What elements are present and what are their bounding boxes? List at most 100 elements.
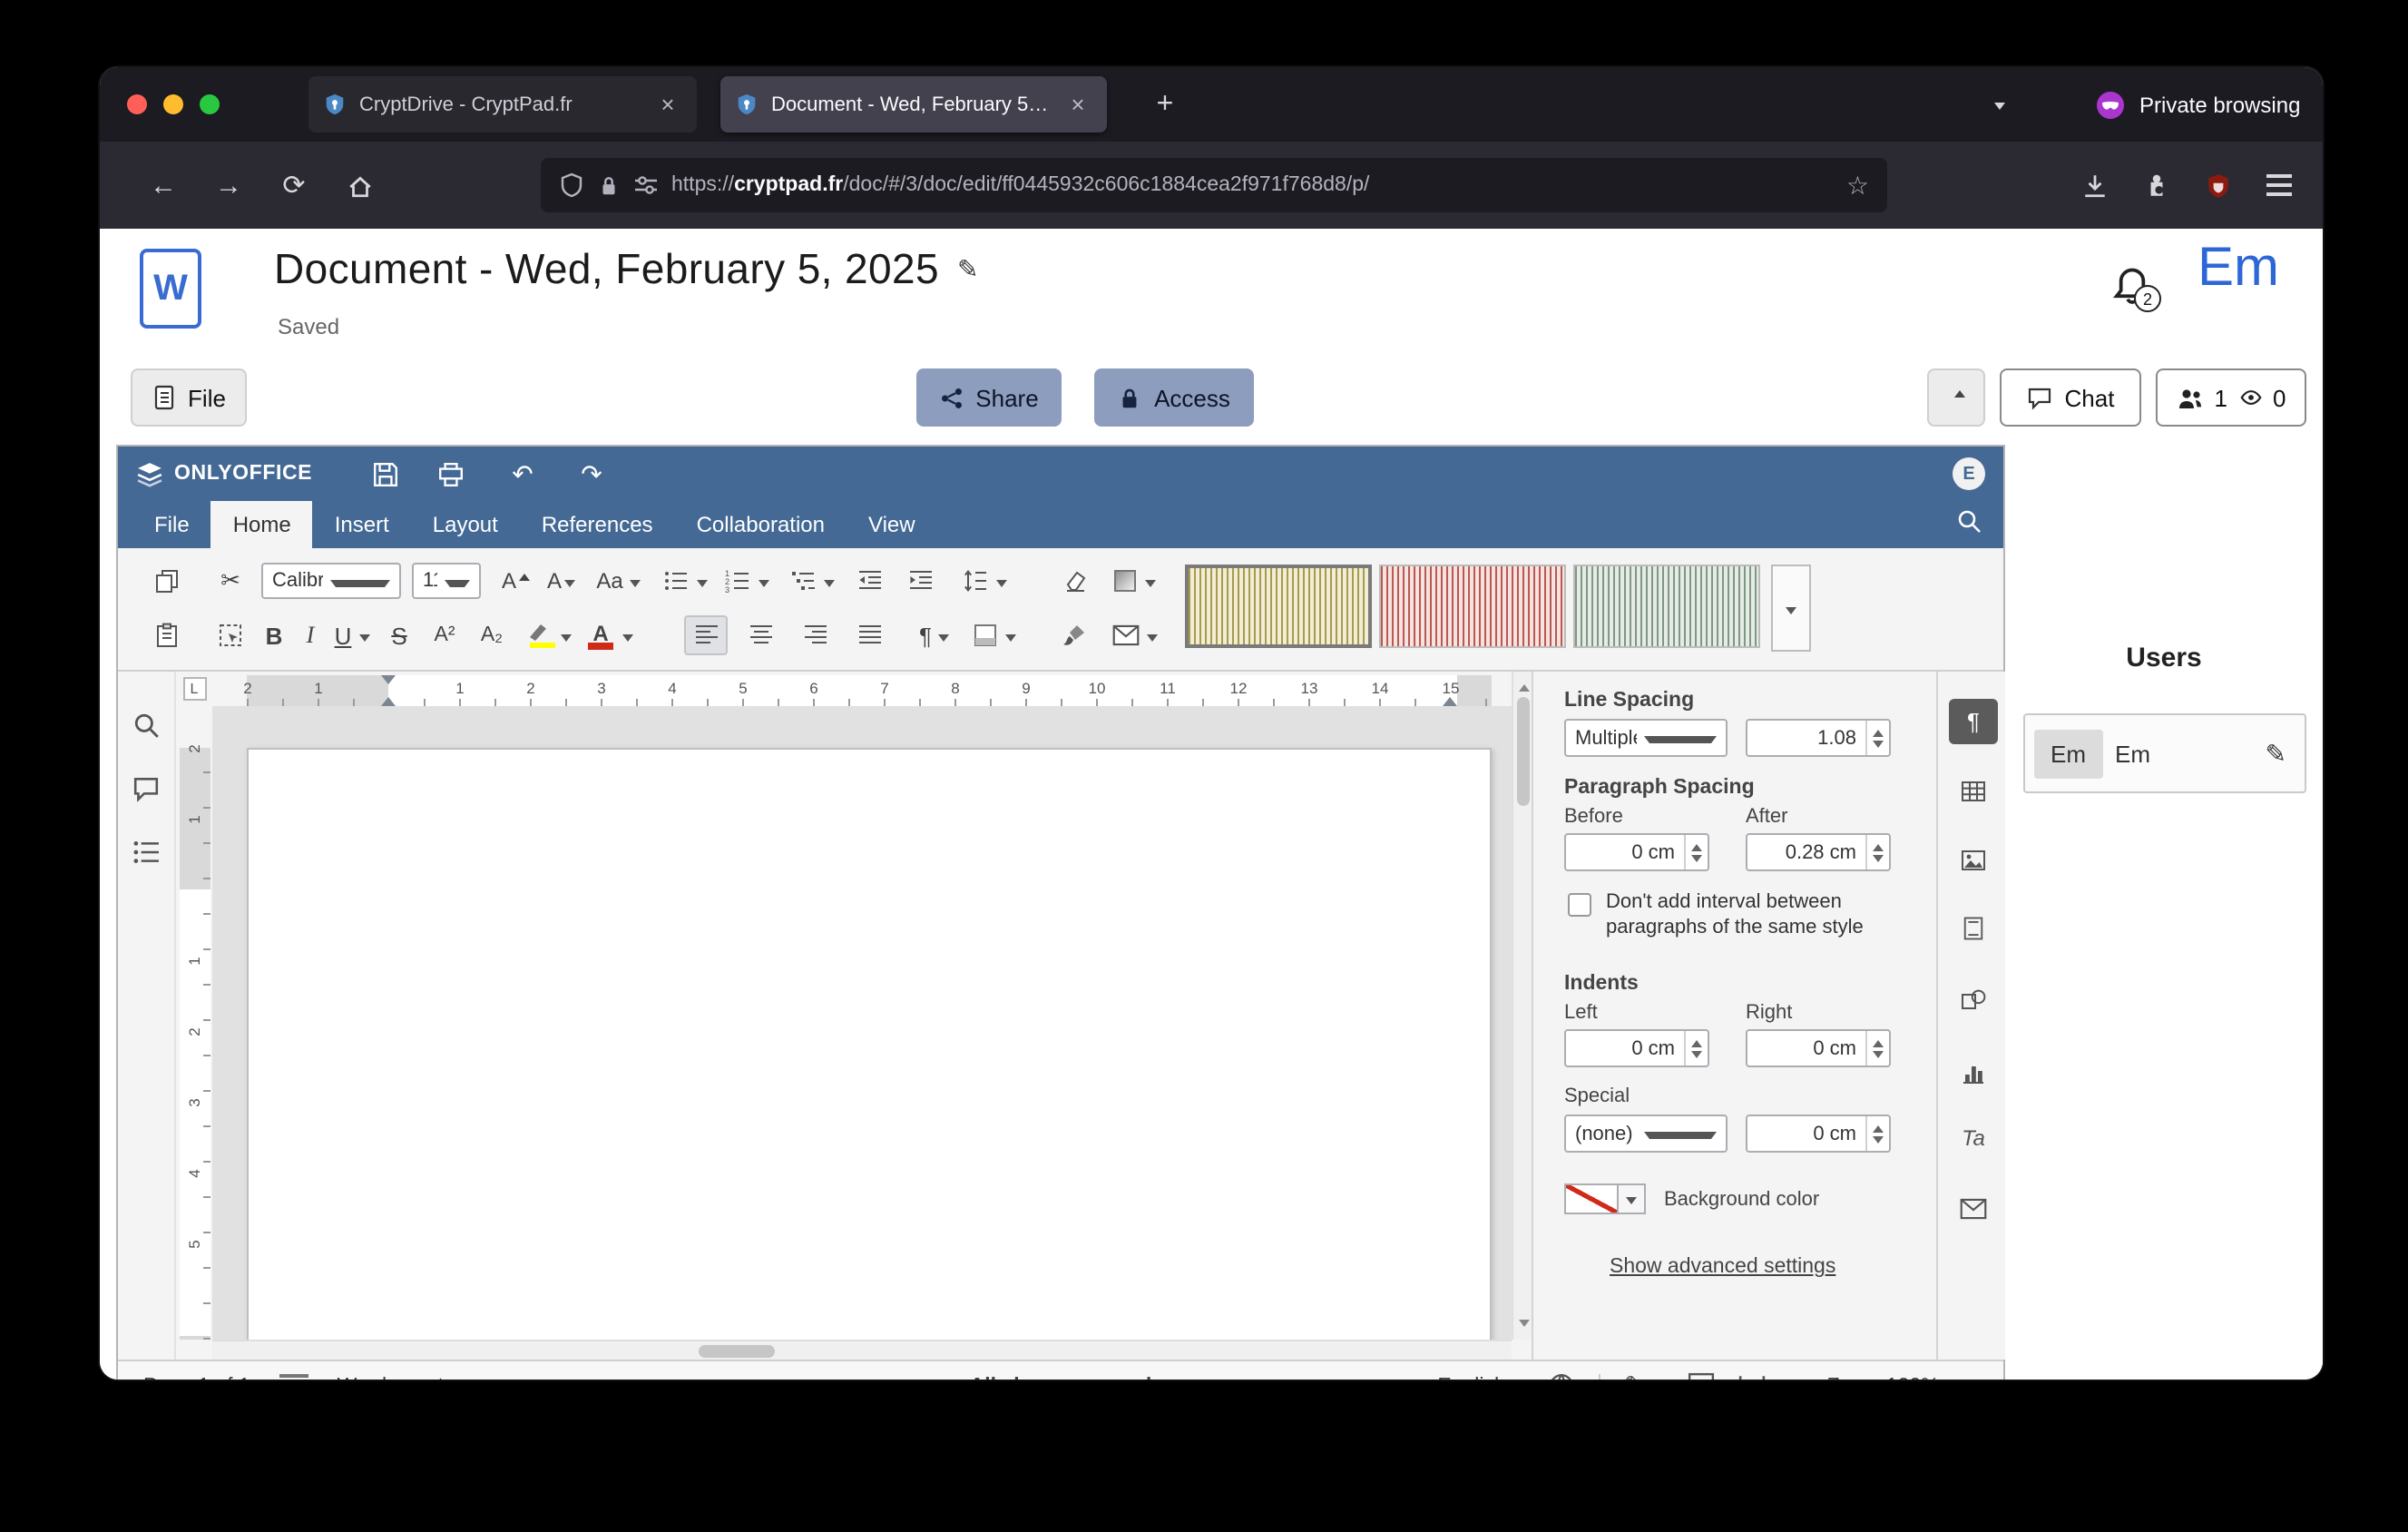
edit-user-icon[interactable]: ✎ bbox=[2266, 738, 2286, 769]
ublock-button[interactable] bbox=[2194, 162, 2241, 209]
account-avatar[interactable]: Em bbox=[2198, 238, 2279, 300]
decrease-font-button[interactable]: A bbox=[541, 561, 581, 601]
redo-button[interactable]: ↷ bbox=[572, 456, 612, 492]
close-window-button[interactable] bbox=[127, 94, 147, 114]
style-preview-3[interactable] bbox=[1573, 565, 1760, 648]
list-tabs-button[interactable] bbox=[1969, 76, 2023, 133]
vertical-scrollbar[interactable] bbox=[1512, 672, 1532, 1340]
font-size-select[interactable]: 11 bbox=[412, 563, 481, 599]
nonprinting-characters-button[interactable]: ¶ bbox=[909, 615, 960, 655]
zoom-out-button[interactable]: − bbox=[1788, 1371, 1803, 1380]
align-left-button[interactable] bbox=[684, 615, 728, 655]
style-gallery-expand-button[interactable] bbox=[1771, 565, 1811, 652]
spacing-before-spinner[interactable]: 0 cm bbox=[1564, 833, 1709, 871]
paste-button[interactable] bbox=[147, 615, 187, 655]
navigation-headings-icon[interactable] bbox=[132, 839, 160, 866]
tab-cryptdrive[interactable]: CryptDrive - CryptPad.fr × bbox=[308, 76, 697, 133]
spinner-arrows[interactable] bbox=[1865, 835, 1889, 869]
header-footer-settings-tab[interactable] bbox=[1949, 906, 1998, 951]
spin-down-icon[interactable] bbox=[1873, 1050, 1884, 1057]
forward-button[interactable]: → bbox=[205, 162, 252, 209]
background-color-dropdown[interactable] bbox=[1619, 1183, 1646, 1214]
tab-close-icon[interactable]: × bbox=[653, 90, 682, 119]
underline-button[interactable]: U bbox=[328, 615, 376, 655]
align-center-button[interactable] bbox=[739, 615, 782, 655]
shape-settings-tab[interactable] bbox=[1949, 977, 1998, 1022]
spin-up-icon[interactable] bbox=[1873, 1124, 1884, 1132]
file-menu-button[interactable]: File bbox=[131, 368, 247, 427]
increase-indent-button[interactable] bbox=[898, 561, 942, 601]
change-case-button[interactable]: Aa bbox=[590, 561, 648, 601]
table-settings-tab[interactable] bbox=[1949, 768, 1998, 813]
strikethrough-button[interactable]: S bbox=[383, 615, 416, 655]
increase-font-button[interactable]: A bbox=[495, 561, 535, 601]
maximize-window-button[interactable] bbox=[200, 94, 220, 114]
menu-tab-view[interactable]: View bbox=[847, 501, 937, 548]
menu-tab-collaboration[interactable]: Collaboration bbox=[675, 501, 847, 548]
spin-down-icon[interactable] bbox=[1873, 854, 1884, 861]
special-amount-spinner[interactable]: 0 cm bbox=[1746, 1115, 1891, 1153]
scroll-down-arrow[interactable] bbox=[1518, 1320, 1529, 1332]
save-button[interactable] bbox=[365, 456, 405, 492]
menu-tab-layout[interactable]: Layout bbox=[411, 501, 520, 548]
highlight-color-button[interactable] bbox=[521, 615, 575, 655]
image-settings-tab[interactable] bbox=[1949, 837, 1998, 882]
bullet-list-button[interactable] bbox=[659, 561, 710, 601]
menu-tab-file[interactable]: File bbox=[132, 501, 211, 548]
reload-button[interactable]: ⟳ bbox=[270, 162, 318, 209]
paragraph-settings-tab[interactable]: ¶ bbox=[1949, 699, 1998, 744]
clear-style-button[interactable] bbox=[1054, 561, 1094, 601]
comments-icon[interactable] bbox=[132, 775, 160, 802]
paragraph-color-button[interactable] bbox=[1107, 561, 1161, 601]
line-spacing-amount[interactable]: 1.08 bbox=[1746, 719, 1891, 757]
back-button[interactable]: ← bbox=[140, 162, 187, 209]
spacing-after-spinner[interactable]: 0.28 cm bbox=[1746, 833, 1891, 871]
spin-down-icon[interactable] bbox=[1691, 1050, 1702, 1057]
zoom-level-label[interactable]: Zoom 100% bbox=[1827, 1375, 1940, 1380]
spin-up-icon[interactable] bbox=[1873, 1039, 1884, 1046]
spinner-arrows[interactable] bbox=[1865, 1031, 1889, 1066]
language-selector[interactable]: English bbox=[1437, 1375, 1523, 1380]
same-style-checkbox[interactable] bbox=[1568, 893, 1591, 917]
copy-style-button[interactable] bbox=[1054, 615, 1094, 655]
indent-left-spinner[interactable]: 0 cm bbox=[1564, 1029, 1709, 1067]
editor-search-button[interactable] bbox=[1956, 508, 1982, 534]
indent-right-spinner[interactable]: 0 cm bbox=[1746, 1029, 1891, 1067]
extensions-button[interactable] bbox=[2132, 162, 2179, 209]
spin-up-icon[interactable] bbox=[1873, 843, 1884, 850]
align-right-button[interactable] bbox=[793, 615, 837, 655]
multilevel-list-button[interactable] bbox=[786, 561, 837, 601]
horizontal-scrollbar[interactable] bbox=[212, 1340, 1512, 1360]
spin-up-icon[interactable] bbox=[1691, 1039, 1702, 1046]
font-name-select[interactable]: Calibri bbox=[261, 563, 401, 599]
mail-merge-settings-tab[interactable] bbox=[1949, 1185, 1998, 1231]
find-icon[interactable] bbox=[132, 712, 160, 739]
advanced-settings-link[interactable]: Show advanced settings bbox=[1610, 1256, 1835, 1278]
notifications-button[interactable]: 2 bbox=[2110, 265, 2161, 316]
cut-button[interactable]: ✂ bbox=[210, 561, 250, 601]
select-all-button[interactable] bbox=[210, 615, 250, 655]
background-color-swatch[interactable] bbox=[1564, 1183, 1619, 1214]
fit-page-icon[interactable] bbox=[1687, 1372, 1714, 1380]
shading-button[interactable] bbox=[967, 615, 1022, 655]
chart-settings-tab[interactable] bbox=[1949, 1049, 1998, 1095]
bookmark-star-icon[interactable]: ☆ bbox=[1846, 170, 1869, 201]
print-button[interactable] bbox=[430, 456, 470, 492]
presence-box[interactable]: 1 0 bbox=[2156, 368, 2306, 427]
spinner-arrows[interactable] bbox=[1865, 721, 1889, 755]
mail-merge-button[interactable] bbox=[1107, 615, 1161, 655]
decrease-indent-button[interactable] bbox=[847, 561, 891, 601]
line-spacing-button[interactable] bbox=[956, 561, 1011, 601]
italic-button[interactable]: I bbox=[296, 615, 325, 655]
copy-button[interactable] bbox=[147, 561, 187, 601]
collaborator-avatar[interactable]: E bbox=[1953, 457, 1985, 490]
tab-document[interactable]: Document - Wed, February 5, 2025 × bbox=[720, 76, 1107, 133]
edit-title-icon[interactable]: ✎ bbox=[957, 254, 978, 285]
numbered-list-button[interactable]: 123 bbox=[720, 561, 771, 601]
menu-tab-insert[interactable]: Insert bbox=[313, 501, 411, 548]
bold-button[interactable]: B bbox=[256, 615, 292, 655]
superscript-button[interactable]: A² bbox=[423, 615, 466, 655]
set-language-globe-icon[interactable] bbox=[1548, 1372, 1575, 1380]
left-indent-marker[interactable] bbox=[381, 690, 396, 706]
textart-settings-tab[interactable]: Ta bbox=[1949, 1115, 1998, 1160]
